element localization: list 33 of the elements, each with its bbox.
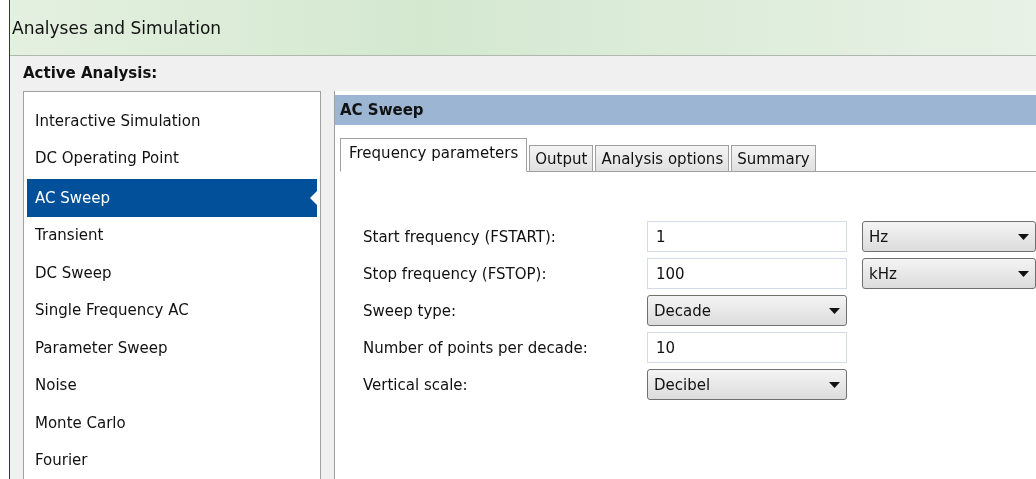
analysis-item[interactable]: DC Sweep	[27, 254, 317, 292]
caret-icon	[1018, 233, 1029, 240]
analysis-item[interactable]: AC Sweep	[27, 179, 317, 217]
analysis-item[interactable]: Monte Carlo	[27, 404, 317, 442]
tab[interactable]: Summary	[731, 145, 816, 171]
tab[interactable]: Frequency parameters	[340, 138, 528, 172]
analysis-item[interactable]: Fourier	[27, 441, 317, 479]
analysis-item[interactable]: Interactive Simulation	[27, 102, 317, 140]
unit-dropdown[interactable]: Hz	[862, 221, 1036, 252]
field-label: Start frequency (FSTART):	[363, 227, 557, 246]
caret-icon	[829, 307, 840, 314]
tab[interactable]: Output	[529, 145, 594, 171]
panel-header: AC Sweep	[335, 95, 1036, 125]
analysis-item[interactable]: DC Operating Point	[27, 139, 317, 177]
field-label: Vertical scale:	[363, 375, 469, 394]
input-field[interactable]: 100	[647, 258, 847, 289]
dropdown[interactable]: Decade	[647, 295, 847, 326]
window-title: Analyses and Simulation	[12, 17, 222, 38]
dropdown[interactable]: Decibel	[647, 369, 847, 400]
analysis-item[interactable]: Noise	[27, 366, 317, 404]
field-label: Sweep type:	[363, 301, 458, 320]
caret-icon	[1018, 270, 1029, 277]
analysis-item[interactable]: Parameter Sweep	[27, 329, 317, 367]
analysis-item[interactable]: Single Frequency AC	[27, 291, 317, 329]
input-field[interactable]: 1	[647, 221, 847, 252]
unit-dropdown[interactable]: kHz	[862, 258, 1036, 289]
input-field[interactable]: 10	[647, 332, 847, 363]
caret-icon	[829, 381, 840, 388]
tab[interactable]: Analysis options	[595, 145, 730, 171]
field-label: Stop frequency (FSTOP):	[363, 264, 548, 283]
section-heading: Active Analysis:	[23, 64, 158, 82]
analysis-item[interactable]: Transient	[27, 216, 317, 254]
field-label: Number of points per decade:	[363, 338, 589, 357]
